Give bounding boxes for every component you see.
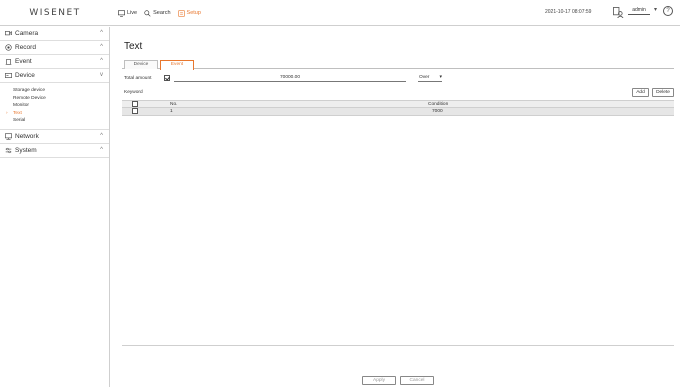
row-no: 1 xyxy=(170,109,173,114)
condition-select-value: Over xyxy=(419,75,430,80)
sidebar-item-record[interactable]: Record ^ xyxy=(0,41,109,55)
nav-live-label: Live xyxy=(127,10,138,16)
tab-device[interactable]: Device xyxy=(124,60,158,69)
sidebar-group-device: Device v Storage device Remote Device Mo… xyxy=(0,69,109,130)
nav-setup-label: Setup xyxy=(186,10,201,16)
nav-search[interactable]: Search xyxy=(144,9,171,17)
sidebar-item-system-label: System xyxy=(15,146,37,154)
tab-bar: Device Event xyxy=(122,60,674,70)
keyword-row: Keyword Add Delete xyxy=(122,88,674,98)
setup-icon xyxy=(177,9,185,17)
page-title: Text xyxy=(124,41,143,52)
top-nav: Live Search Setup xyxy=(118,0,201,26)
row-checkbox[interactable] xyxy=(132,108,138,114)
header-no: No. xyxy=(170,102,178,107)
system-icon xyxy=(5,147,12,153)
chevron-up-icon: ^ xyxy=(100,44,103,50)
sidebar-item-network-label: Network xyxy=(15,132,39,140)
network-icon xyxy=(5,132,12,140)
keyword-table: No. Condition 1 7000 xyxy=(122,100,674,116)
chevron-up-icon: ^ xyxy=(100,30,103,36)
chevron-down-icon: v xyxy=(100,72,103,78)
sidebar-subitem-monitor[interactable]: Monitor xyxy=(13,102,109,110)
sidebar: Camera ^ Record ^ Event ^ Device v Stora… xyxy=(0,27,110,387)
sidebar-item-camera-label: Camera xyxy=(15,30,39,37)
sidebar-group-record: Record ^ xyxy=(0,41,109,55)
sidebar-group-camera: Camera ^ xyxy=(0,27,109,41)
user-dropdown-caret-icon[interactable]: ▾ xyxy=(654,6,657,13)
logo: WISENET xyxy=(29,8,81,18)
sidebar-item-event[interactable]: Event ^ xyxy=(0,55,109,69)
active-marker-icon: › xyxy=(6,110,8,116)
sidebar-subitem-storage-device[interactable]: Storage device xyxy=(13,87,109,95)
select-all-checkbox[interactable] xyxy=(132,101,138,107)
total-amount-row: Total amount 70000.00 Over ▾ xyxy=(122,74,674,84)
header-condition: Condition xyxy=(428,102,449,107)
delete-button[interactable]: Delete xyxy=(652,88,674,97)
sidebar-item-record-label: Record xyxy=(15,44,36,51)
camera-icon xyxy=(5,31,12,36)
add-button[interactable]: Add xyxy=(632,88,649,97)
chevron-down-icon: ▾ xyxy=(439,74,442,80)
sidebar-subitem-text-label: Text xyxy=(13,110,22,116)
nav-setup[interactable]: Setup xyxy=(177,9,201,17)
sidebar-group-event: Event ^ xyxy=(0,55,109,69)
datetime: 2021-10-17 08:07:59 xyxy=(545,9,592,15)
search-icon xyxy=(144,9,151,17)
nav-live[interactable]: Live xyxy=(118,9,138,17)
sidebar-subitem-remote-device[interactable]: Remote Device xyxy=(13,95,109,103)
footer-buttons: Apply Cancel xyxy=(118,376,676,386)
main-content: Text Device Event Total amount 70000.00 … xyxy=(118,27,676,387)
top-bar: WISENET Live Search Setup 2021-10-17 08:… xyxy=(0,0,680,26)
help-icon[interactable]: ? xyxy=(663,6,673,16)
sidebar-item-system[interactable]: System ^ xyxy=(0,144,109,158)
apply-button[interactable]: Apply xyxy=(362,376,396,385)
sidebar-group-system: System ^ xyxy=(0,144,109,158)
record-icon xyxy=(5,44,12,51)
sidebar-item-event-label: Event xyxy=(15,58,32,65)
total-amount-input[interactable]: 70000.00 xyxy=(174,75,406,82)
sidebar-item-device[interactable]: Device v xyxy=(0,69,109,83)
event-icon xyxy=(5,59,12,65)
total-amount-checkbox[interactable] xyxy=(164,75,170,81)
user-name[interactable]: admin xyxy=(628,7,650,15)
table-header: No. Condition xyxy=(122,100,674,108)
chevron-up-icon: ^ xyxy=(100,58,103,64)
sidebar-subitem-serial[interactable]: Serial xyxy=(13,117,109,125)
total-amount-label: Total amount xyxy=(124,76,152,81)
chevron-up-icon: ^ xyxy=(100,132,103,139)
sidebar-group-network: Network ^ xyxy=(0,130,109,144)
device-icon xyxy=(5,73,12,78)
sidebar-item-network[interactable]: Network ^ xyxy=(0,130,109,144)
tab-event[interactable]: Event xyxy=(160,60,194,70)
nav-search-label: Search xyxy=(153,10,171,16)
cancel-button[interactable]: Cancel xyxy=(400,376,434,385)
monitor-icon xyxy=(118,9,125,17)
chevron-up-icon: ^ xyxy=(100,146,103,153)
divider xyxy=(122,345,674,346)
keyword-label: Keyword xyxy=(124,90,143,95)
sidebar-item-device-label: Device xyxy=(15,72,35,79)
condition-select[interactable]: Over ▾ xyxy=(418,74,442,82)
table-row[interactable]: 1 7000 xyxy=(122,108,674,116)
sidebar-item-camera[interactable]: Camera ^ xyxy=(0,27,109,41)
sidebar-subitem-text[interactable]: › Text xyxy=(6,110,109,118)
user-icon[interactable] xyxy=(613,7,624,18)
device-submenu: Storage device Remote Device Monitor › T… xyxy=(0,83,109,130)
row-condition: 7000 xyxy=(432,109,443,114)
